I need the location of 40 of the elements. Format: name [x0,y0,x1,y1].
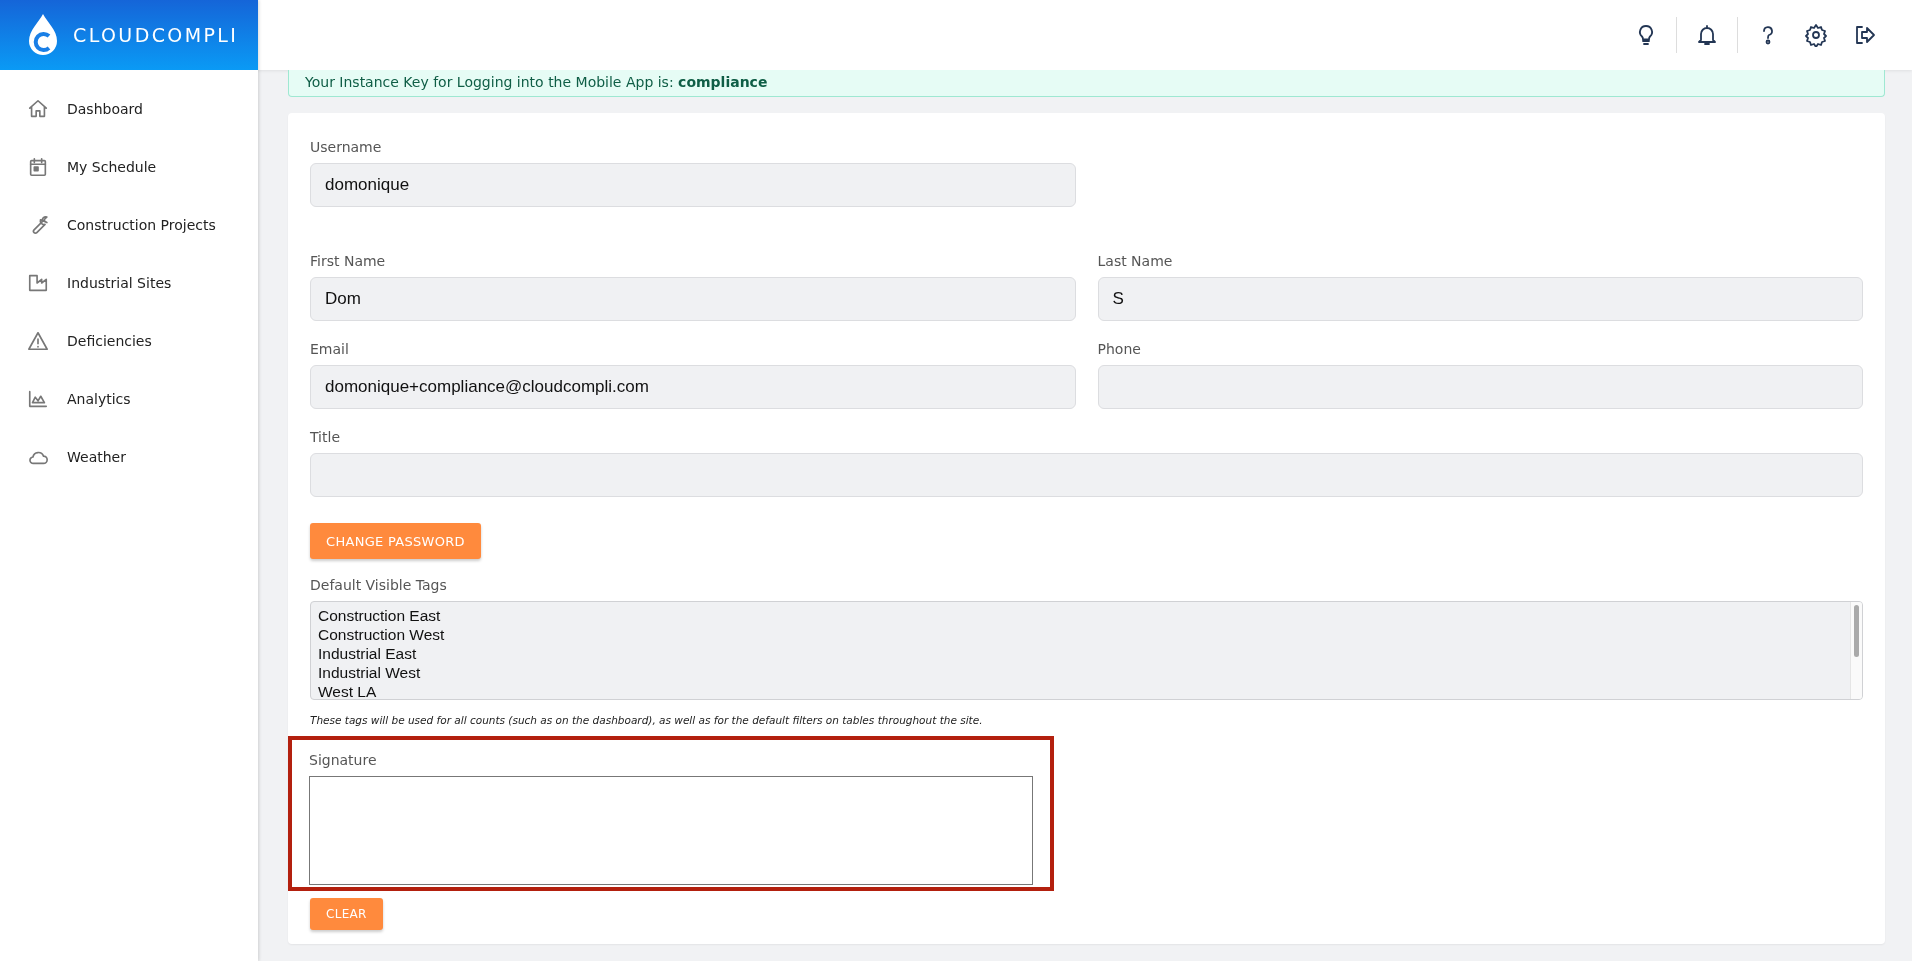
factory-icon [27,272,49,294]
sidebar-item[interactable]: Construction Projects [0,196,258,254]
field-label: Phone [1097,341,1142,357]
tags-listbox[interactable]: Construction East Construction West Industrial East Industrial West West LA [310,601,1863,700]
info-banner: Your Instance Key for Logging into the Mobile App is: compliance [288,70,1885,97]
list-option[interactable]: Industrial East [318,644,1843,663]
bell-icon[interactable] [1695,23,1719,47]
field-label: Signature [309,752,378,768]
field-label: Title [310,429,341,445]
sidebar-item[interactable]: My Schedule [0,138,258,196]
sidebar-item[interactable]: Analytics [0,370,258,428]
sidebar-item[interactable]: Weather [0,428,258,486]
sidebar-item[interactable]: Industrial Sites [0,254,258,312]
sidebar-item[interactable]: Dashboard [0,80,258,138]
signature-pad[interactable] [309,776,1033,885]
logo-text: CLOUDCOMPLI [73,24,239,46]
field-label: Username [310,139,383,155]
input-field[interactable] [310,453,1863,497]
house-icon [27,98,49,120]
list-option[interactable]: Construction East [318,606,1843,625]
droplet-logo-icon [27,14,59,56]
input-field[interactable]: S [1097,277,1863,321]
sidebar-item[interactable]: Deficiencies [0,312,258,370]
input-field[interactable]: Dom [310,277,1076,321]
input-field[interactable] [1097,365,1863,409]
input-field[interactable]: domonique+compliance@cloudcompli.com [310,365,1076,409]
field-label: Last Name [1097,253,1174,269]
help-text: These tags will be used for all counts (such as on the dashboard), as well as for the default filters on tables throughout the site. [310,714,984,726]
warning-icon [27,330,49,352]
list-option[interactable]: Construction West [318,625,1843,644]
input-field[interactable]: domonique [310,163,1076,207]
list-option[interactable]: West LA [318,682,1843,699]
field-label: Default Visible Tags [310,577,448,593]
calendar-icon [27,156,49,178]
settings-icon[interactable] [1804,23,1828,47]
list-option[interactable]: Industrial West [318,663,1843,682]
field-label: First Name [310,253,387,269]
area-chart-icon [27,388,49,410]
field-label: Email [310,341,350,357]
scrollbar-thumb[interactable] [1854,605,1859,657]
